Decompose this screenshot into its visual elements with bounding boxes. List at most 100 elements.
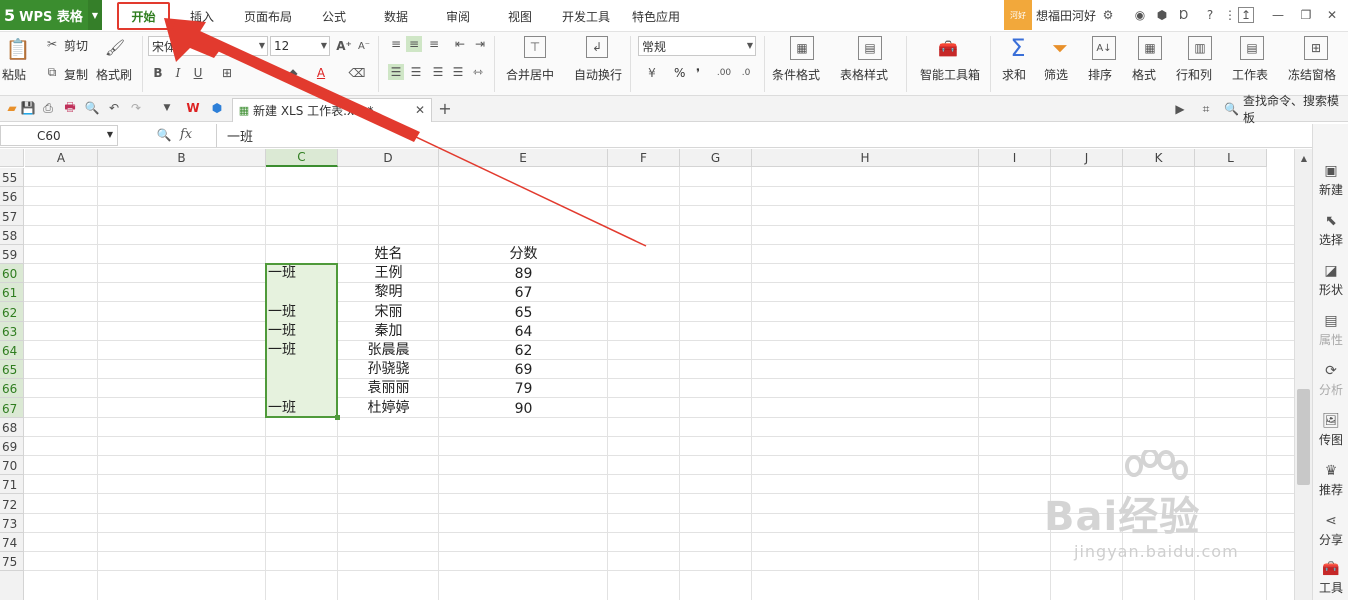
name-cell[interactable]: 王例: [338, 264, 439, 283]
indent-right-icon[interactable]: ⇥: [472, 36, 488, 52]
paste-icon[interactable]: 📋: [6, 36, 31, 62]
row-header-75[interactable]: 75: [0, 552, 24, 572]
zoom-preview-icon[interactable]: 🔍: [84, 100, 100, 116]
comment-icon[interactable]: ⌗: [1198, 101, 1214, 117]
tab-special[interactable]: 特色应用: [626, 0, 686, 32]
format-painter-icon[interactable]: 🖌: [104, 36, 126, 58]
restore-icon[interactable]: ❐: [1298, 7, 1314, 23]
sidebar-item-share[interactable]: ⋖ 分享: [1313, 508, 1348, 552]
clear-format-icon[interactable]: ⌫: [346, 64, 368, 82]
column-header-i[interactable]: I: [979, 149, 1051, 167]
underline-icon[interactable]: U: [190, 64, 206, 82]
conditional-format-icon[interactable]: ▦: [790, 36, 814, 60]
worksheet-button[interactable]: 工作表: [1232, 66, 1268, 83]
user-name[interactable]: 想福田河好: [1036, 0, 1096, 30]
column-header-a[interactable]: A: [25, 149, 98, 167]
tab-home[interactable]: 开始: [117, 2, 170, 30]
sidebar-item-select[interactable]: ⬉ 选择: [1313, 208, 1348, 252]
decrease-font-icon[interactable]: A⁻: [356, 36, 372, 56]
sidebar-item-upload-image[interactable]: 🖼 传图: [1313, 408, 1348, 452]
tab-review[interactable]: 审阅: [438, 0, 478, 32]
skin-icon[interactable]: ◉: [1132, 7, 1148, 23]
more-icon[interactable]: ⋮: [1222, 7, 1238, 23]
play-icon[interactable]: ▶: [1172, 101, 1188, 117]
tab-insert[interactable]: 插入: [180, 0, 224, 32]
row-header-59[interactable]: 59: [0, 244, 24, 264]
row-header-73[interactable]: 73: [0, 513, 24, 533]
app-menu-button[interactable]: 5 WPS 表格 ▼: [0, 0, 102, 30]
score-cell[interactable]: 67: [439, 283, 608, 302]
row-header-61[interactable]: 61: [0, 283, 24, 303]
align-right-icon[interactable]: ☰: [430, 64, 446, 80]
zoom-icon[interactable]: 🔍: [156, 127, 172, 143]
name-cell[interactable]: 张晨晨: [338, 341, 439, 360]
align-top-icon[interactable]: ≡: [388, 36, 404, 52]
row-header-55[interactable]: 55: [0, 168, 24, 188]
row-header-64[interactable]: 64: [0, 340, 24, 360]
indent-left-icon[interactable]: ⇤: [452, 36, 468, 52]
freeze-panes-button[interactable]: 冻结窗格: [1288, 66, 1336, 83]
close-tab-icon[interactable]: ✕: [413, 103, 427, 117]
undo-icon[interactable]: ↶: [106, 100, 122, 116]
score-cell[interactable]: 64: [439, 322, 608, 341]
name-cell[interactable]: 宋丽: [338, 302, 439, 321]
help-icon[interactable]: ?: [1202, 7, 1218, 23]
tab-data[interactable]: 数据: [376, 0, 416, 32]
wrap-text-icon[interactable]: ↲: [586, 36, 608, 58]
row-header-60[interactable]: 60: [0, 264, 24, 284]
score-cell[interactable]: 69: [439, 360, 608, 379]
conditional-format-button[interactable]: 条件格式: [772, 66, 820, 83]
filter-icon[interactable]: ⏷: [1048, 36, 1072, 60]
score-cell[interactable]: 65: [439, 302, 608, 321]
row-header-57[interactable]: 57: [0, 206, 24, 226]
sort-icon[interactable]: A↓: [1092, 36, 1116, 60]
merge-center-icon[interactable]: ⊤: [524, 36, 546, 58]
align-bottom-icon[interactable]: ≡: [426, 36, 442, 52]
select-all-corner[interactable]: [0, 149, 24, 167]
cut-button[interactable]: 剪切: [64, 37, 88, 54]
chevron-down-icon[interactable]: ▼: [160, 100, 174, 116]
name-cell[interactable]: 袁丽丽: [338, 379, 439, 398]
row-header-74[interactable]: 74: [0, 532, 24, 552]
worksheet-icon[interactable]: ▤: [1240, 36, 1264, 60]
sidebar-item-new[interactable]: ▣ 新建: [1313, 158, 1348, 202]
header-cell-score[interactable]: 分数: [439, 245, 608, 264]
align-left-icon[interactable]: ☰: [388, 64, 404, 80]
formula-input[interactable]: 一班: [216, 124, 1312, 147]
justify-icon[interactable]: ☰: [450, 64, 466, 80]
comma-button[interactable]: ❜: [696, 66, 700, 80]
row-header-76[interactable]: 76: [0, 571, 24, 600]
name-cell[interactable]: 秦加: [338, 322, 439, 341]
sidebar-item-tools[interactable]: 🧰 工具: [1313, 556, 1348, 600]
command-search[interactable]: 🔍 查找命令、搜索模板: [1224, 94, 1348, 125]
align-middle-icon[interactable]: ≡: [406, 36, 422, 52]
score-cell[interactable]: 89: [439, 264, 608, 283]
class-cell[interactable]: 一班: [266, 398, 338, 417]
column-header-e[interactable]: E: [439, 149, 608, 167]
class-cell[interactable]: 一班: [266, 322, 338, 341]
number-format-select[interactable]: 常规 ▼: [638, 36, 756, 56]
sidebar-item-shape[interactable]: ◪ 形状: [1313, 258, 1348, 302]
scrollbar-thumb[interactable]: [1297, 389, 1310, 485]
paste-button[interactable]: 粘贴: [2, 66, 26, 83]
class-cell[interactable]: 一班: [266, 341, 338, 360]
save-icon[interactable]: 💾: [20, 100, 36, 116]
scroll-up-icon[interactable]: ▲: [1297, 151, 1311, 165]
increase-decimal-icon[interactable]: .00: [716, 64, 732, 82]
vertical-scrollbar[interactable]: ▲: [1294, 149, 1312, 600]
score-cell[interactable]: 90: [439, 398, 608, 417]
row-header-62[interactable]: 62: [0, 302, 24, 322]
tab-formula[interactable]: 公式: [314, 0, 354, 32]
cube-app-icon[interactable]: ⬢: [208, 100, 226, 116]
column-header-j[interactable]: J: [1051, 149, 1123, 167]
column-header-g[interactable]: G: [680, 149, 752, 167]
tab-view[interactable]: 视图: [500, 0, 540, 32]
toolbox-icon[interactable]: 🧰: [936, 38, 960, 58]
smart-toolbox-button[interactable]: 智能工具箱: [920, 66, 980, 83]
bold-icon[interactable]: B: [150, 64, 166, 82]
wps-w-icon[interactable]: W: [184, 100, 202, 116]
upload-icon[interactable]: ↥: [1238, 7, 1254, 23]
table-style-button[interactable]: 表格样式: [840, 66, 888, 83]
redo-icon[interactable]: ↷: [128, 100, 144, 116]
name-cell[interactable]: 孙骁骁: [338, 360, 439, 379]
